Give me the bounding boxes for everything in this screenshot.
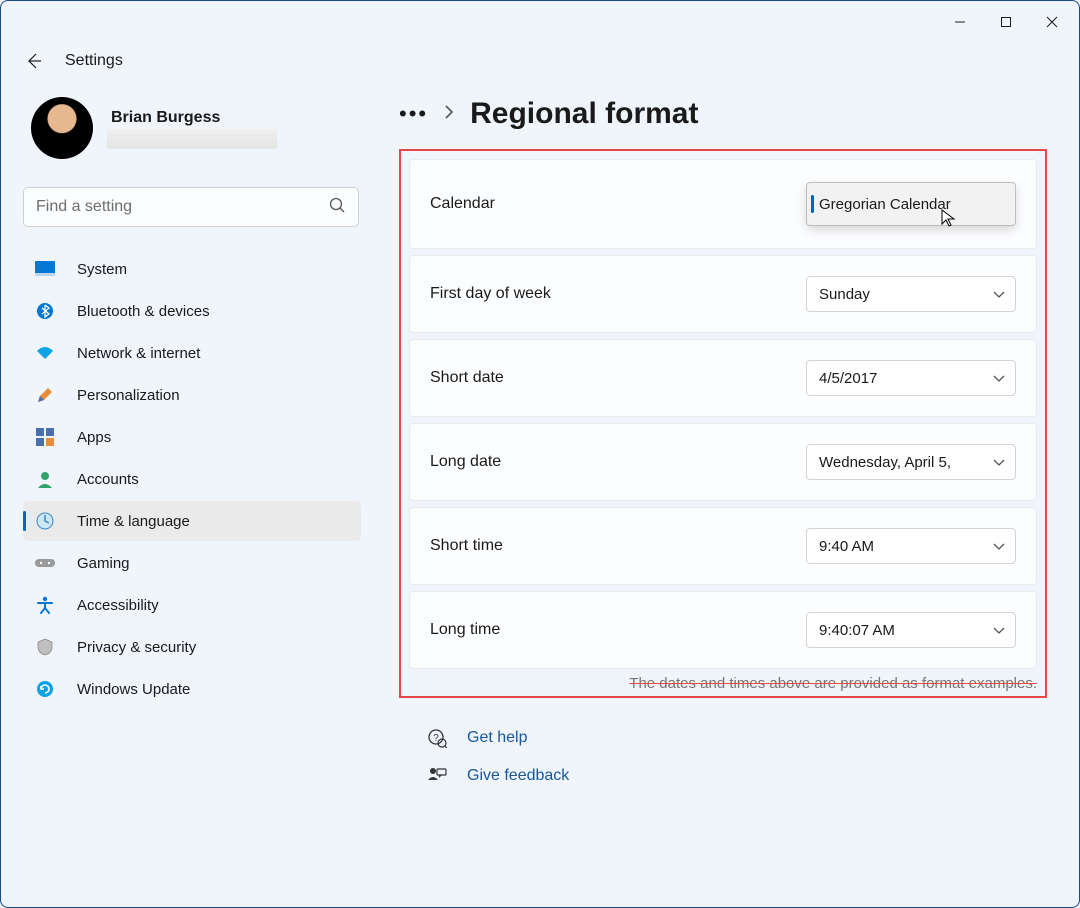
help-links: ? Get help Give feedback — [399, 728, 1047, 786]
dropdown-value: Sunday — [819, 286, 870, 303]
sidebar-item-label: Windows Update — [77, 681, 190, 698]
page-title: Regional format — [470, 97, 698, 131]
back-button[interactable] — [25, 52, 43, 70]
setting-label: Short date — [430, 369, 504, 387]
sidebar-item-privacy[interactable]: Privacy & security — [23, 627, 361, 667]
short-time-dropdown[interactable]: 9:40 AM — [806, 528, 1016, 564]
app-title: Settings — [65, 52, 123, 70]
time-language-icon — [35, 511, 55, 531]
chevron-down-icon — [993, 538, 1005, 555]
sidebar-item-label: System — [77, 261, 127, 278]
sidebar-item-label: Network & internet — [77, 345, 200, 362]
sidebar: Brian Burgess System Bluetooth & devices… — [1, 97, 371, 786]
main-content: ••• Regional format Calendar Gregorian C… — [371, 97, 1079, 786]
network-icon — [35, 343, 55, 363]
search-input[interactable] — [36, 198, 328, 216]
long-time-dropdown[interactable]: 9:40:07 AM — [806, 612, 1016, 648]
short-date-dropdown[interactable]: 4/5/2017 — [806, 360, 1016, 396]
sidebar-item-personalization[interactable]: Personalization — [23, 375, 361, 415]
chevron-down-icon — [993, 286, 1005, 303]
app-header: Settings — [1, 43, 1079, 79]
help-icon: ? — [427, 728, 447, 748]
setting-label: Long time — [430, 621, 500, 639]
sidebar-item-network[interactable]: Network & internet — [23, 333, 361, 373]
personalization-icon — [35, 385, 55, 405]
give-feedback-link[interactable]: Give feedback — [427, 766, 1047, 786]
dropdown-value: 4/5/2017 — [819, 370, 877, 387]
help-link-label: Get help — [467, 729, 527, 747]
sidebar-item-time-language[interactable]: Time & language — [23, 501, 361, 541]
sidebar-item-label: Time & language — [77, 513, 190, 530]
setting-row-short-time: Short time 9:40 AM — [409, 507, 1037, 585]
sidebar-item-label: Apps — [77, 429, 111, 446]
long-date-dropdown[interactable]: Wednesday, April 5, — [806, 444, 1016, 480]
regional-format-panel: Calendar Gregorian Calendar First day of… — [399, 149, 1047, 698]
chevron-down-icon — [993, 370, 1005, 387]
profile-email-placeholder — [107, 129, 277, 149]
dropdown-value: Wednesday, April 5, — [819, 454, 951, 471]
format-examples-note: The dates and times above are provided a… — [409, 675, 1037, 692]
first-day-dropdown[interactable]: Sunday — [806, 276, 1016, 312]
get-help-link[interactable]: ? Get help — [427, 728, 1047, 748]
sidebar-item-system[interactable]: System — [23, 249, 361, 289]
setting-row-calendar: Calendar Gregorian Calendar — [409, 159, 1037, 249]
setting-label: Calendar — [430, 195, 495, 213]
sidebar-item-label: Accounts — [77, 471, 139, 488]
setting-row-long-date: Long date Wednesday, April 5, — [409, 423, 1037, 501]
privacy-icon — [35, 637, 55, 657]
setting-row-short-date: Short date 4/5/2017 — [409, 339, 1037, 417]
search-icon — [328, 196, 346, 219]
avatar — [31, 97, 93, 159]
setting-label: First day of week — [430, 285, 551, 303]
bluetooth-icon — [35, 301, 55, 321]
breadcrumb-more-button[interactable]: ••• — [399, 101, 428, 127]
windows-update-icon — [35, 679, 55, 699]
chevron-down-icon — [993, 622, 1005, 639]
sidebar-item-label: Accessibility — [77, 597, 159, 614]
gaming-icon — [35, 553, 55, 573]
dropdown-value: 9:40 AM — [819, 538, 874, 555]
chevron-down-icon — [993, 454, 1005, 471]
accessibility-icon — [35, 595, 55, 615]
sidebar-item-apps[interactable]: Apps — [23, 417, 361, 457]
sidebar-item-accounts[interactable]: Accounts — [23, 459, 361, 499]
window-minimize-button[interactable] — [937, 6, 983, 38]
apps-icon — [35, 427, 55, 447]
sidebar-item-label: Privacy & security — [77, 639, 196, 656]
setting-label: Short time — [430, 537, 503, 555]
dropdown-value: Gregorian Calendar — [819, 196, 951, 213]
sidebar-nav: System Bluetooth & devices Network & int… — [23, 249, 361, 709]
setting-row-first-day: First day of week Sunday — [409, 255, 1037, 333]
window-maximize-button[interactable] — [983, 6, 1029, 38]
calendar-dropdown[interactable]: Gregorian Calendar — [806, 182, 1016, 226]
help-link-label: Give feedback — [467, 767, 569, 785]
breadcrumb: ••• Regional format — [399, 97, 1047, 131]
chevron-right-icon — [444, 105, 454, 124]
accounts-icon — [35, 469, 55, 489]
sidebar-item-windows-update[interactable]: Windows Update — [23, 669, 361, 709]
dropdown-value: 9:40:07 AM — [819, 622, 895, 639]
window-titlebar — [1, 1, 1079, 43]
profile-name: Brian Burgess — [107, 107, 277, 129]
system-icon — [35, 259, 55, 279]
sidebar-item-accessibility[interactable]: Accessibility — [23, 585, 361, 625]
sidebar-item-gaming[interactable]: Gaming — [23, 543, 361, 583]
window-close-button[interactable] — [1029, 6, 1075, 38]
sidebar-item-label: Bluetooth & devices — [77, 303, 210, 320]
sidebar-item-bluetooth[interactable]: Bluetooth & devices — [23, 291, 361, 331]
feedback-icon — [427, 766, 447, 786]
profile-block[interactable]: Brian Burgess — [23, 97, 361, 159]
setting-label: Long date — [430, 453, 501, 471]
setting-row-long-time: Long time 9:40:07 AM — [409, 591, 1037, 669]
sidebar-item-label: Gaming — [77, 555, 130, 572]
sidebar-item-label: Personalization — [77, 387, 180, 404]
search-box[interactable] — [23, 187, 359, 227]
